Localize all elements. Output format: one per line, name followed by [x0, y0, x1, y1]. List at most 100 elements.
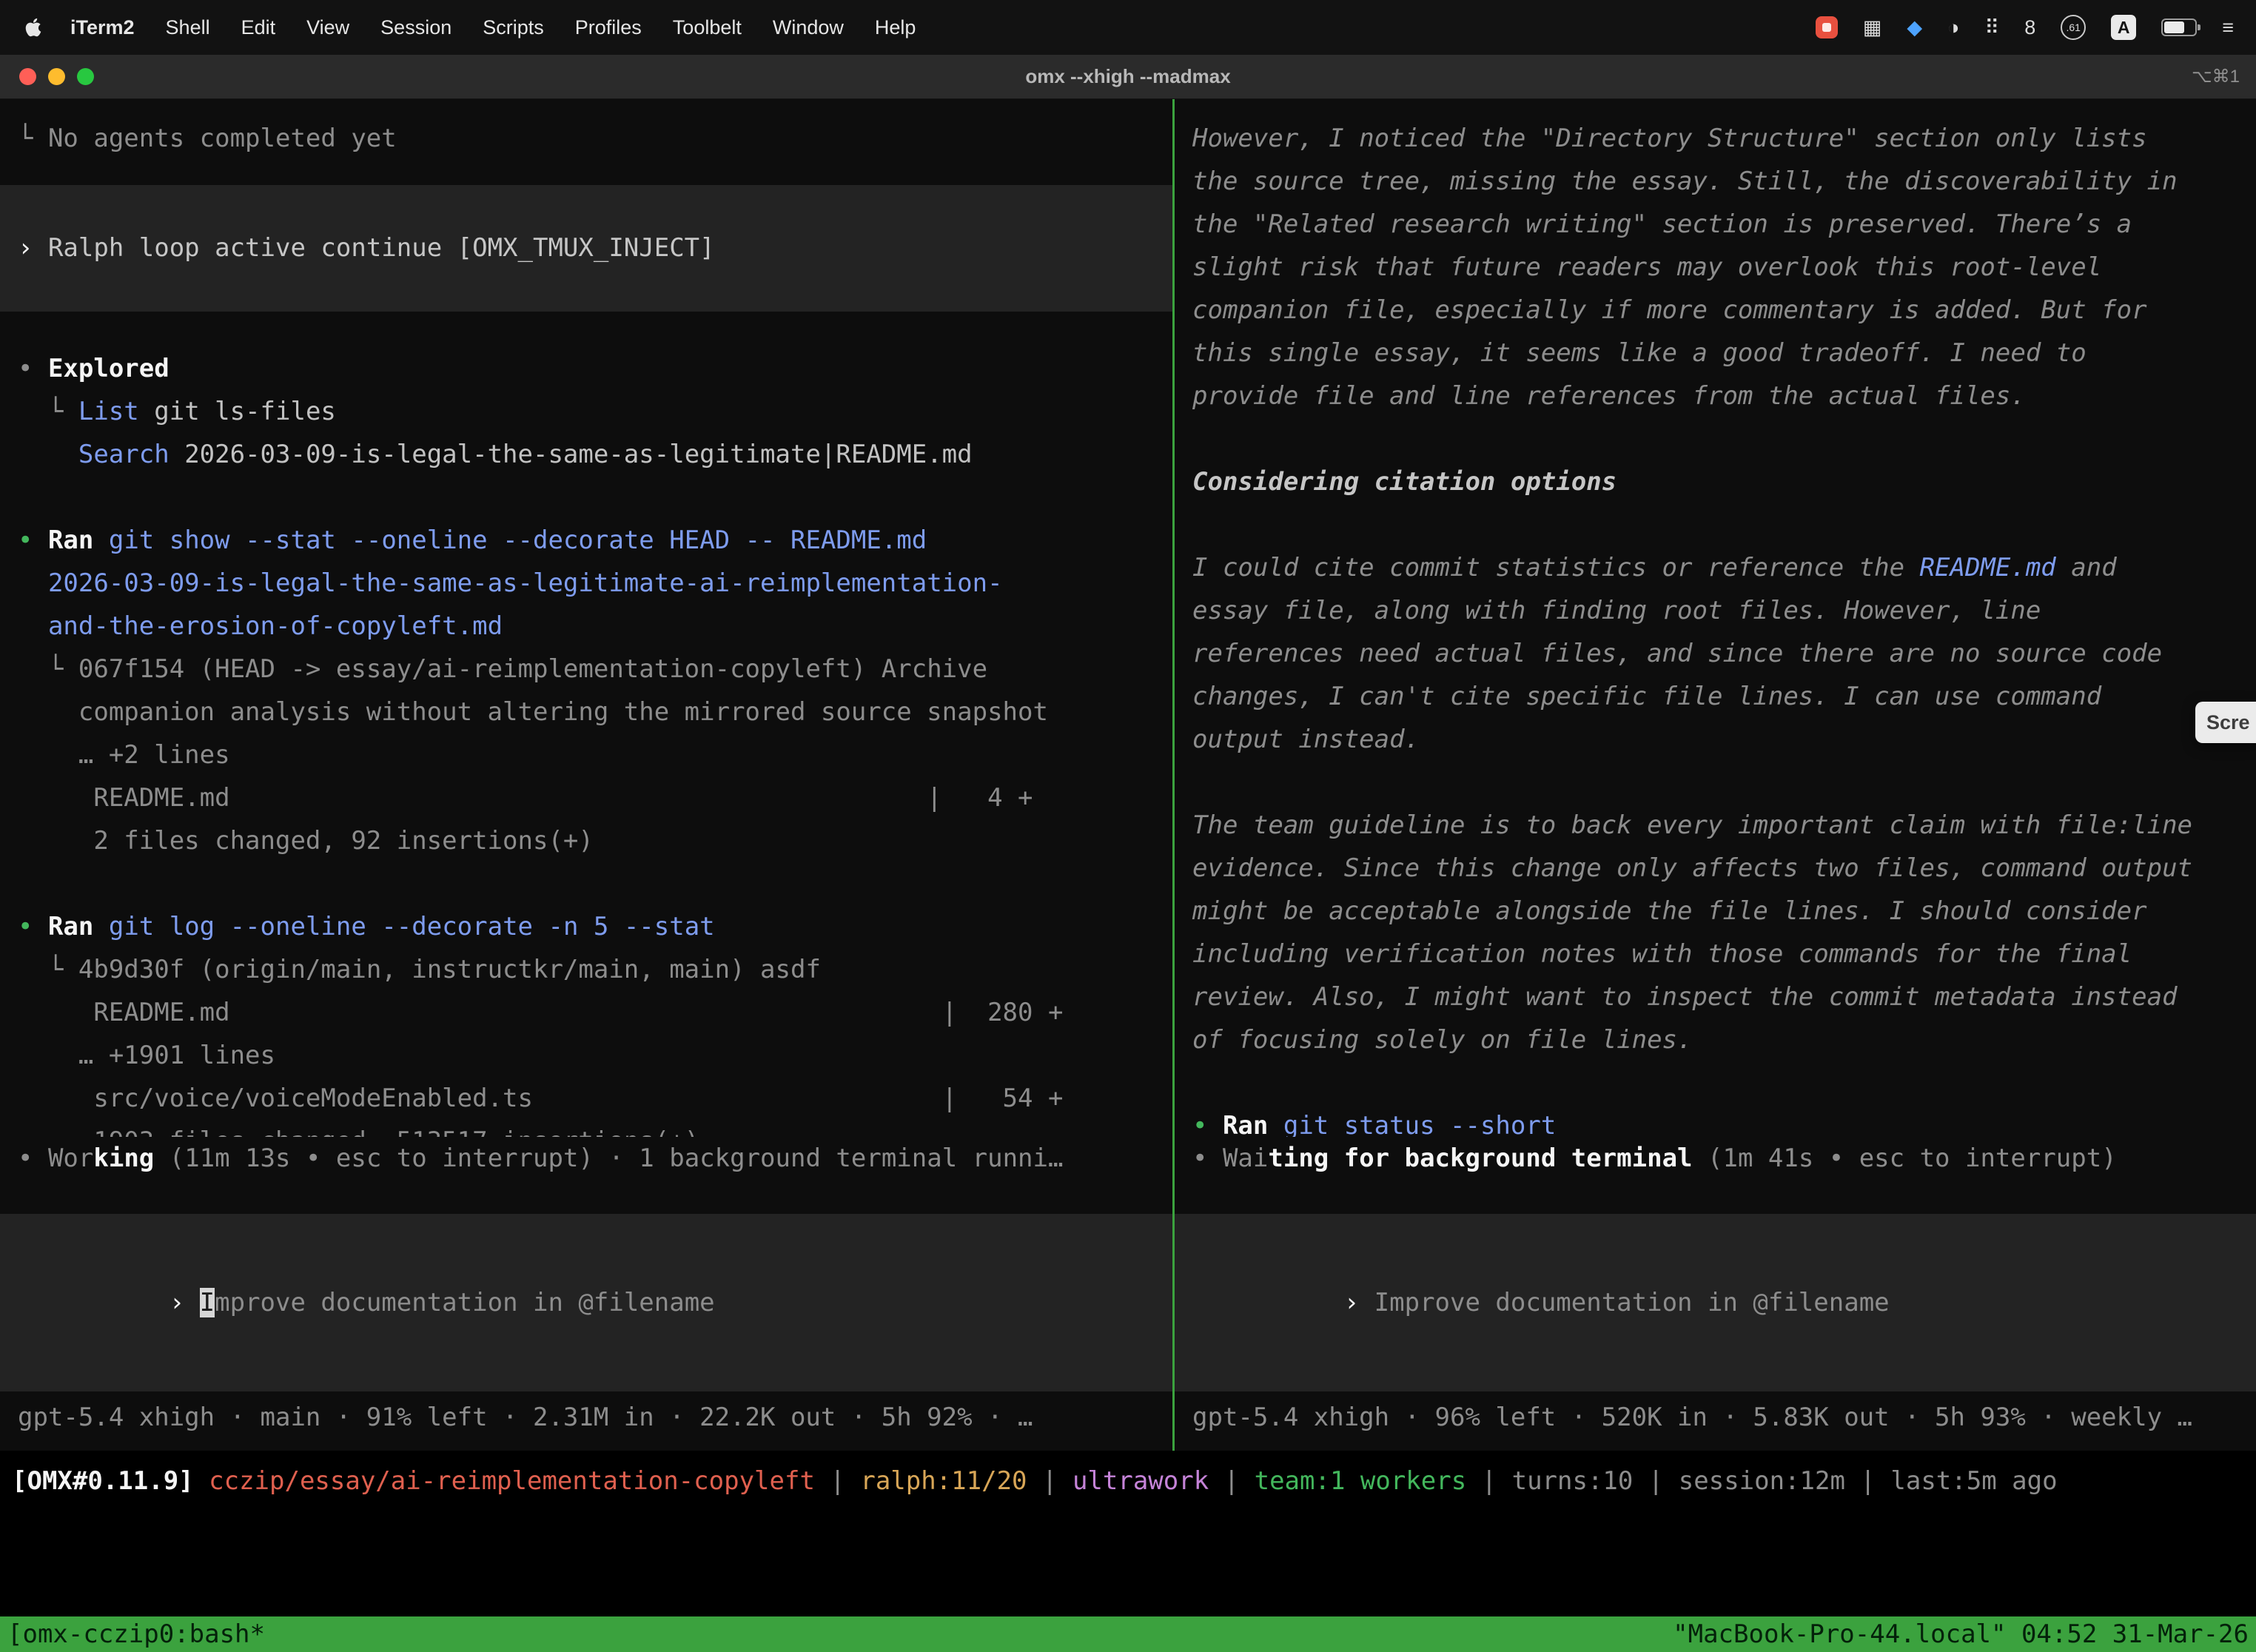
command: git status --short	[1283, 1111, 1556, 1137]
menu-item-iterm2[interactable]: iTerm2	[55, 16, 150, 39]
terminal-line: 2 files changed, 92 insertions(+)	[0, 819, 1172, 862]
battery-fill	[2164, 21, 2183, 33]
minimize-button[interactable]	[48, 68, 65, 85]
step-title: Ran	[48, 526, 93, 555]
spinner-word: ting for background terminal	[1268, 1144, 1692, 1173]
reasoning-text: and	[2056, 553, 2117, 582]
right-activity-status: • Waiting for background terminal (1m 41…	[1175, 1137, 2256, 1180]
gauge-icon[interactable]: .61	[2061, 15, 2086, 40]
ralph-loop-message: Ralph loop active continue [OMX_TMUX_INJ…	[48, 233, 715, 263]
text-segment: git ls-files	[139, 397, 336, 426]
omx-version: [OMX#0.11.9]	[12, 1466, 194, 1496]
terminal-line	[0, 862, 1172, 905]
right-terminal-pane[interactable]: However, I noticed the "Directory Struct…	[1175, 99, 2256, 1451]
menu-item-help[interactable]: Help	[859, 16, 932, 39]
model-status-text: gpt-5.4 xhigh · main · 91% left · 2.31M …	[18, 1403, 1033, 1432]
terminal-line: 1903 files changed, 513517 insertions(+)	[0, 1120, 1172, 1137]
menu-item-view[interactable]: View	[291, 16, 365, 39]
apple-menu[interactable]	[22, 17, 44, 38]
reasoning-text: this single essay, it seems like a good …	[1192, 338, 2087, 368]
input-source-icon[interactable]: A	[2111, 15, 2136, 40]
command-output: 4b9d30f (origin/main, instructkr/main, m…	[78, 955, 821, 984]
terminal-line: the source tree, missing the essay. Stil…	[1175, 160, 2256, 203]
terminal-line: I could cite commit statistics or refere…	[1175, 546, 2256, 589]
menu-item-profiles[interactable]: Profiles	[560, 16, 657, 39]
reasoning-text: I could cite commit statistics or refere…	[1192, 553, 1920, 582]
terminal-line: README.md | 280 +	[0, 991, 1172, 1034]
right-model-status-line: gpt-5.4 xhigh · 96% left · 520K in · 5.8…	[1175, 1396, 2256, 1439]
text-segment: •	[18, 526, 48, 555]
tool-name: List	[78, 397, 139, 426]
menu-item-shell[interactable]: Shell	[150, 16, 226, 39]
text-segment: └ No agents completed yet	[18, 124, 397, 153]
window-title-bar: omx --xhigh --madmax ⌥⌘1	[0, 55, 2256, 99]
terminal-line: However, I noticed the "Directory Struct…	[1175, 117, 2256, 160]
tool-name: Search	[78, 440, 169, 469]
left-pane-scrollback: └ No agents completed yet › Ralph loop a…	[0, 117, 1172, 1137]
menu-item-edit[interactable]: Edit	[226, 16, 292, 39]
menu-extra-icon[interactable]: ≡	[2222, 16, 2234, 39]
text-segment: •	[1192, 1111, 1223, 1137]
menu-item-window[interactable]: Window	[757, 16, 859, 39]
omx-status-bar: [OMX#0.11.9] cczip/essay/ai-reimplementa…	[0, 1460, 2256, 1502]
spinner-word: king	[93, 1144, 154, 1173]
ralph-loop-banner: › Ralph loop active continue [OMX_TMUX_I…	[0, 185, 1172, 312]
menu-item-scripts[interactable]: Scripts	[467, 16, 560, 39]
terminal-line: changes, I can't cite specific file line…	[1175, 675, 2256, 718]
terminal-line: • Ran git log --oneline --decorate -n 5 …	[0, 905, 1172, 948]
reasoning-text: evidence. Since this change only affects…	[1192, 853, 2192, 883]
reasoning-text: review. Also, I might want to inspect th…	[1192, 982, 2178, 1012]
command-output: README.md | 4 +	[18, 783, 1033, 813]
right-prompt-input[interactable]: › Improve documentation in @filename	[1175, 1214, 2256, 1391]
text-segment	[93, 912, 108, 941]
terminal-line: including verification notes with those …	[1175, 933, 2256, 976]
reasoning-text: companion file, especially if more comme…	[1192, 295, 2147, 325]
key-8-icon[interactable]: 8	[2024, 16, 2035, 39]
terminal-line: └ No agents completed yet	[0, 117, 1172, 160]
team-counter: team:1 workers	[1255, 1466, 1467, 1496]
terminal-line: and-the-erosion-of-copyleft.md	[0, 605, 1172, 648]
close-button[interactable]	[19, 68, 36, 85]
popover-label: Scre	[2206, 711, 2250, 734]
screen-share-popover[interactable]: Scre	[2195, 702, 2256, 743]
ralph-counter: ralph:11/20	[860, 1466, 1027, 1496]
dots-grid-icon[interactable]: ⠿	[1984, 16, 1999, 39]
terminal-line: › Ralph loop active continue [OMX_TMUX_I…	[0, 226, 1172, 269]
zoom-button[interactable]	[77, 68, 94, 85]
menu-item-session[interactable]: Session	[365, 16, 467, 39]
terminal-line: └ 4b9d30f (origin/main, instructkr/main,…	[0, 948, 1172, 991]
tmux-window-list[interactable]: [omx-cczip0:bash*	[7, 1616, 265, 1652]
prompt-chevron: ›	[1344, 1288, 1374, 1317]
keyboard-icon[interactable]: ▦	[1863, 16, 1882, 39]
terminal-line	[0, 476, 1172, 519]
branch-path: cczip/essay/ai-reimplementation-copyleft	[209, 1466, 815, 1496]
battery-icon[interactable]	[2161, 19, 2197, 36]
screen-recording-indicator[interactable]	[1816, 16, 1838, 38]
left-terminal-pane[interactable]: └ No agents completed yet › Ralph loop a…	[0, 99, 1172, 1451]
command: 2026-03-09-is-legal-the-same-as-legitima…	[48, 568, 1003, 598]
file-link: README.md	[1920, 553, 2056, 582]
reasoning-text: The team guideline is to back every impo…	[1192, 810, 2192, 840]
text-segment	[18, 568, 48, 598]
text-segment	[18, 611, 48, 641]
menu-item-toolbelt[interactable]: Toolbelt	[657, 16, 757, 39]
session-duration: session:12m	[1679, 1466, 1845, 1496]
terminal-line: output instead.	[1175, 718, 2256, 761]
text-segment: |	[1027, 1466, 1072, 1496]
terminal-line: src/voice/voiceModeEnabled.ts | 54 +	[0, 1077, 1172, 1120]
blue-app-icon[interactable]: ◆	[1907, 16, 1922, 39]
left-prompt-input[interactable]: › Improve documentation in @filename	[0, 1214, 1172, 1391]
prompt-suggestion: Improve documentation in @filename	[1374, 1288, 1890, 1317]
text-segment	[194, 1466, 209, 1496]
reasoning-text: the "Related research writing" section i…	[1192, 209, 2132, 239]
terminal-line: • Working (11m 13s • esc to interrupt) ·…	[0, 1137, 1172, 1180]
iterm2-window: iTerm2 Shell Edit View Session Scripts P…	[0, 0, 2256, 1652]
terminal-line: provide file and line references from th…	[1175, 375, 2256, 417]
contrast-icon[interactable]: ◑	[1947, 16, 1959, 39]
tmux-host-clock: "MacBook-Pro-44.local" 04:52 31-Mar-26	[1673, 1616, 2249, 1652]
text-segment: •	[18, 1144, 48, 1173]
reasoning-text: output instead.	[1192, 725, 1420, 754]
text-cursor: I	[200, 1288, 215, 1317]
text-segment: •	[1192, 1144, 1223, 1173]
terminal-line: README.md | 4 +	[0, 776, 1172, 819]
